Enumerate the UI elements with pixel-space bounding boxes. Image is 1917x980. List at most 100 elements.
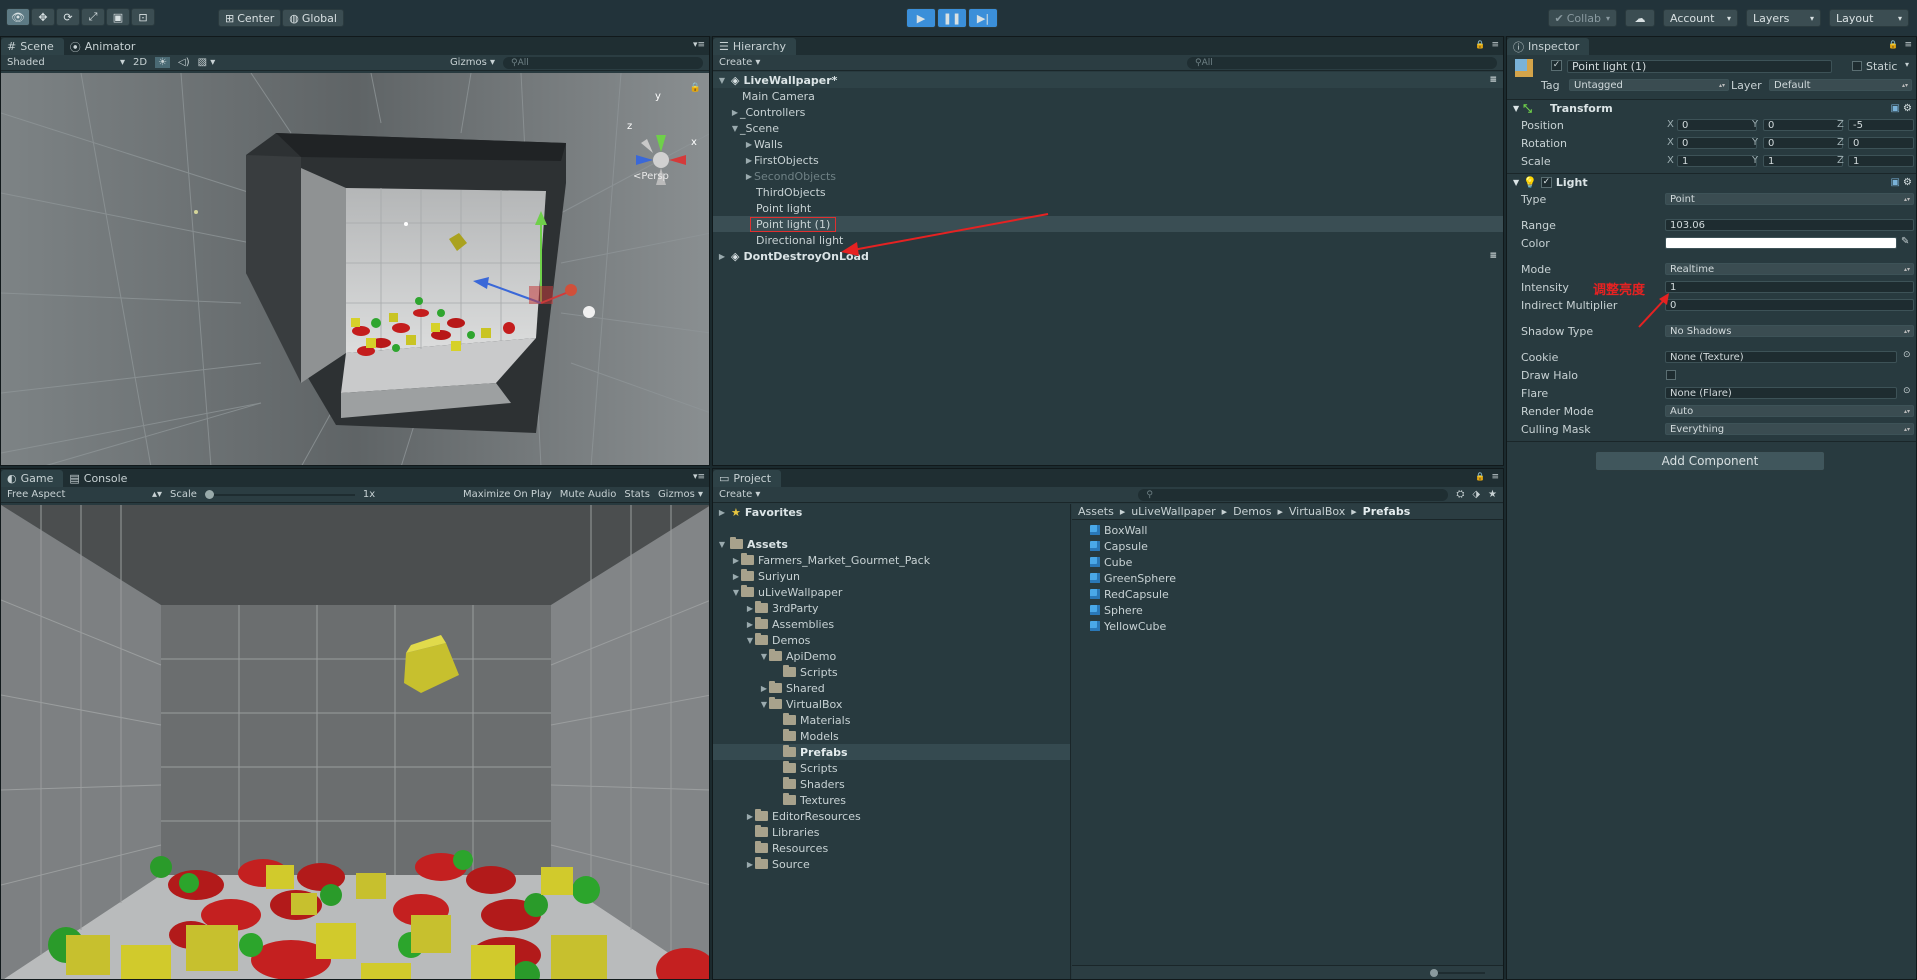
panel-menu-icon[interactable]: ▾≡ — [693, 472, 705, 482]
hierarchy-create-dropdown[interactable]: Create ▾ — [719, 57, 760, 68]
tree-item-shaders[interactable]: Shaders — [713, 776, 1070, 792]
icon-size-slider-thumb[interactable] — [1430, 969, 1438, 977]
breadcrumb-item[interactable]: Demos — [1233, 505, 1271, 518]
pause-button[interactable]: ❚❚ — [937, 8, 967, 28]
tab-hierarchy[interactable]: ☰ Hierarchy — [713, 38, 797, 55]
cloud-button[interactable]: ☁ — [1625, 9, 1655, 27]
hierarchy-item-firstobjects[interactable]: ▶ FirstObjects — [713, 152, 1503, 168]
position-x-field[interactable]: 0 — [1677, 119, 1757, 131]
static-checkbox[interactable] — [1852, 61, 1862, 71]
project-search-input[interactable]: ⚲ — [1138, 488, 1449, 501]
tab-console[interactable]: ▤ Console — [63, 470, 137, 487]
tree-item-uliveWallpaper[interactable]: ▼ uLiveWallpaper — [713, 584, 1070, 600]
intensity-field[interactable]: 1 — [1665, 281, 1914, 293]
mute-audio-toggle[interactable]: Mute Audio — [560, 489, 617, 500]
object-name-field[interactable]: Point light (1) — [1567, 60, 1832, 73]
file-item-redcapsule[interactable]: RedCapsule — [1072, 586, 1503, 602]
file-item-cube[interactable]: Cube — [1072, 554, 1503, 570]
lighting-toggle-icon[interactable]: ☀ — [155, 57, 171, 68]
hierarchy-item-main-camera[interactable]: Main Camera — [713, 88, 1503, 104]
render-mode-dropdown[interactable]: Auto — [1665, 405, 1914, 417]
breadcrumb-item[interactable]: Assets — [1078, 505, 1114, 518]
expanded-arrow-icon[interactable]: ▼ — [717, 76, 727, 85]
collapsed-arrow-icon[interactable]: ▶ — [731, 572, 741, 581]
indirect-multiplier-field[interactable]: 0 — [1665, 299, 1914, 311]
tag-dropdown[interactable]: Untagged — [1569, 79, 1729, 91]
tree-item-editorresources[interactable]: ▶ EditorResources — [713, 808, 1070, 824]
tree-item-demos[interactable]: ▼ Demos — [713, 632, 1070, 648]
file-item-yellowcube[interactable]: YellowCube — [1072, 618, 1503, 634]
hierarchy-item-thirdobjects[interactable]: ThirdObjects — [713, 184, 1503, 200]
tree-item-virtualbox-scripts[interactable]: Scripts — [713, 760, 1070, 776]
transform-header[interactable]: ▼ ⤡ Transform ▣ ⚙ — [1507, 99, 1916, 117]
static-dropdown-icon[interactable]: ▾ — [1905, 60, 1909, 69]
tree-item-prefabs[interactable]: Prefabs — [713, 744, 1070, 760]
tree-item-shared[interactable]: ▶ Shared — [713, 680, 1070, 696]
tree-item-materials[interactable]: Materials — [713, 712, 1070, 728]
expanded-arrow-icon[interactable]: ▼ — [1513, 178, 1519, 187]
collapsed-arrow-icon[interactable]: ▶ — [744, 156, 754, 165]
persp-label[interactable]: <Persp — [633, 171, 669, 182]
tab-inspector[interactable]: ⓘ Inspector — [1507, 38, 1590, 55]
collapsed-arrow-icon[interactable]: ▶ — [744, 172, 754, 181]
collapsed-arrow-icon[interactable]: ▶ — [717, 252, 727, 261]
object-picker-icon[interactable]: ⊙ — [1903, 350, 1911, 360]
tab-animator[interactable]: ⦿ Animator — [64, 38, 146, 55]
collapsed-arrow-icon[interactable]: ▶ — [731, 556, 741, 565]
view-tool-eye-icon[interactable]: 👁 — [6, 8, 30, 26]
file-item-greensphere[interactable]: GreenSphere — [1072, 570, 1503, 586]
rotate-tool-icon[interactable]: ⟳ — [56, 8, 80, 26]
2d-toggle[interactable]: 2D — [133, 57, 147, 68]
scale-slider[interactable] — [204, 489, 355, 499]
expanded-arrow-icon[interactable]: ▼ — [1513, 104, 1519, 113]
flare-field[interactable]: None (Flare) — [1665, 387, 1897, 399]
favorite-star-icon[interactable]: ★ — [1488, 489, 1497, 500]
tree-item-textures[interactable]: Textures — [713, 792, 1070, 808]
tree-item-apidemo[interactable]: ▼ ApiDemo — [713, 648, 1070, 664]
expanded-arrow-icon[interactable]: ▼ — [731, 588, 741, 597]
light-enabled-checkbox[interactable]: ✓ — [1540, 177, 1552, 188]
row-menu-icon[interactable]: ≡ — [1489, 251, 1497, 261]
file-item-capsule[interactable]: Capsule — [1072, 538, 1503, 554]
active-checkbox[interactable]: ✓ — [1551, 60, 1562, 71]
tree-item-3rdparty[interactable]: ▶ 3rdParty — [713, 600, 1070, 616]
breadcrumb-item[interactable]: VirtualBox — [1289, 505, 1345, 518]
pivot-center-button[interactable]: ⊞ Center — [218, 9, 282, 27]
lock-icon[interactable]: 🔒 — [1475, 40, 1485, 49]
draw-halo-checkbox[interactable] — [1666, 370, 1676, 380]
mode-dropdown[interactable]: Realtime — [1665, 263, 1914, 275]
hierarchy-item-walls[interactable]: ▶ Walls — [713, 136, 1503, 152]
tree-item-models[interactable]: Models — [713, 728, 1070, 744]
tree-item-virtualbox[interactable]: ▼ VirtualBox — [713, 696, 1070, 712]
collapsed-arrow-icon[interactable]: ▶ — [717, 508, 727, 517]
scene-search-input[interactable]: ⚲ All — [503, 56, 703, 69]
project-create-dropdown[interactable]: Create ▾ — [719, 489, 760, 500]
tree-item-libraries[interactable]: Libraries — [713, 824, 1070, 840]
tab-scene[interactable]: # Scene — [1, 38, 64, 55]
help-icon[interactable]: ▣ — [1891, 177, 1900, 188]
step-button[interactable]: ▶| — [968, 8, 998, 28]
row-menu-icon[interactable]: ≡ — [1489, 75, 1497, 85]
effects-toggle-icon[interactable]: ▧ ▾ — [198, 57, 216, 68]
scene-viewport[interactable]: y z x 🔒 <Persp — [1, 73, 709, 465]
layout-dropdown[interactable]: Layout ▾ — [1829, 9, 1909, 27]
breadcrumb-item-current[interactable]: Prefabs — [1363, 505, 1411, 518]
filter-type-icon[interactable]: ⛭ — [1456, 489, 1464, 500]
add-component-button[interactable]: Add Component — [1595, 451, 1825, 471]
collab-button[interactable]: ✔ Collab ▾ — [1547, 9, 1617, 27]
collapsed-arrow-icon[interactable]: ▶ — [745, 812, 755, 821]
pivot-global-button[interactable]: ◍ Global — [282, 9, 344, 27]
file-item-boxwall[interactable]: BoxWall — [1072, 522, 1503, 538]
collapsed-arrow-icon[interactable]: ▶ — [759, 684, 769, 693]
expanded-arrow-icon[interactable]: ▼ — [745, 636, 755, 645]
tree-item-assemblies[interactable]: ▶ Assemblies — [713, 616, 1070, 632]
scale-y-field[interactable]: 1 — [1763, 155, 1843, 167]
rotation-x-field[interactable]: 0 — [1677, 137, 1757, 149]
panel-menu-icon[interactable]: ≡ — [1491, 472, 1499, 482]
shadow-type-dropdown[interactable]: No Shadows — [1665, 325, 1914, 337]
shading-mode-dropdown[interactable]: Shaded ▾ — [7, 57, 125, 68]
culling-mask-dropdown[interactable]: Everything — [1665, 423, 1914, 435]
filter-label-icon[interactable]: ⬗ — [1472, 489, 1480, 500]
breadcrumb-item[interactable]: uLiveWallpaper — [1131, 505, 1215, 518]
tree-item-resources[interactable]: Resources — [713, 840, 1070, 856]
